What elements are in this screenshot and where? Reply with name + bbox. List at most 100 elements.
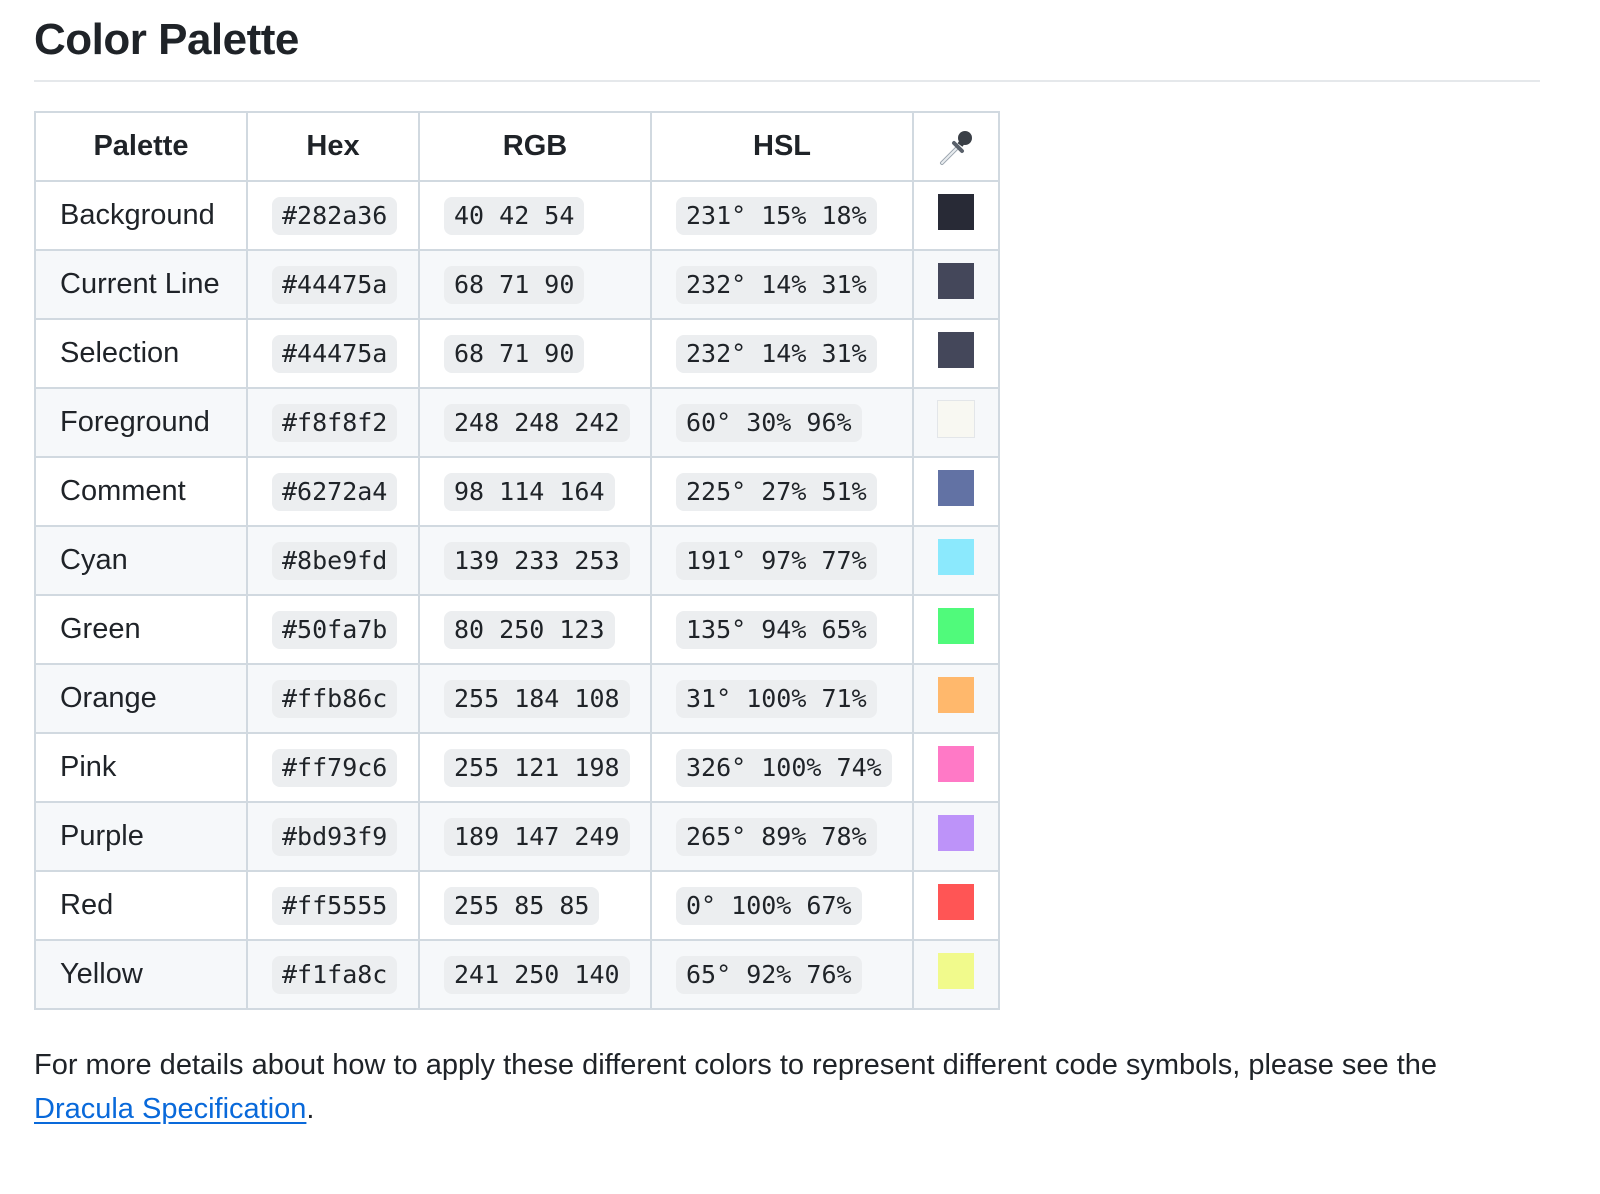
palette-name-cell: Pink — [34, 732, 248, 803]
header-rgb: RGB — [418, 111, 652, 182]
rgb-cell: 139 233 253 — [418, 525, 652, 596]
hsl-cell: 135° 94% 65% — [650, 594, 914, 665]
table-row: Pink #ff79c6 255 121 198 326° 100% 74% — [34, 732, 1000, 803]
palette-name-cell: Background — [34, 180, 248, 251]
hsl-cell: 265° 89% 78% — [650, 801, 914, 872]
footnote-paragraph: For more details about how to apply thes… — [34, 1043, 1534, 1131]
color-swatch — [938, 952, 974, 989]
hsl-cell: 231° 15% 18% — [650, 180, 914, 251]
palette-name-cell: Purple — [34, 801, 248, 872]
header-swatch — [912, 111, 1000, 182]
heading-divider — [34, 80, 1540, 82]
hsl-cell: 65° 92% 76% — [650, 939, 914, 1010]
color-swatch — [938, 883, 974, 920]
rgb-cell: 255 184 108 — [418, 663, 652, 734]
hex-cell: #f1fa8c — [246, 939, 420, 1010]
swatch-cell — [912, 732, 1000, 803]
hex-code: #ffb86c — [272, 679, 398, 718]
hex-cell: #ff5555 — [246, 870, 420, 941]
hsl-cell: 191° 97% 77% — [650, 525, 914, 596]
rgb-cell: 68 71 90 — [418, 249, 652, 320]
hex-cell: #ffb86c — [246, 663, 420, 734]
rgb-code: 241 250 140 — [444, 955, 630, 994]
palette-name: Cyan — [60, 544, 128, 576]
table-row: Orange #ffb86c 255 184 108 31° 100% 71% — [34, 663, 1000, 734]
hsl-code: 326° 100% 74% — [676, 748, 892, 787]
rgb-code: 255 121 198 — [444, 748, 630, 787]
eyedropper-icon — [940, 130, 972, 165]
hex-code: #f1fa8c — [272, 955, 398, 994]
palette-name-cell: Yellow — [34, 939, 248, 1010]
palette-name: Current Line — [60, 268, 220, 300]
palette-name-cell: Current Line — [34, 249, 248, 320]
hex-cell: #6272a4 — [246, 456, 420, 527]
rgb-code: 40 42 54 — [444, 196, 585, 235]
palette-name-cell: Orange — [34, 663, 248, 734]
hex-cell: #ff79c6 — [246, 732, 420, 803]
hex-cell: #44475a — [246, 318, 420, 389]
swatch-cell — [912, 663, 1000, 734]
swatch-cell — [912, 249, 1000, 320]
swatch-cell — [912, 525, 1000, 596]
palette-name: Selection — [60, 337, 180, 369]
rgb-code: 98 114 164 — [444, 472, 615, 511]
hsl-code: 232° 14% 31% — [676, 265, 877, 304]
hex-code: #8be9fd — [272, 541, 398, 580]
palette-name-cell: Foreground — [34, 387, 248, 458]
color-swatch — [938, 262, 974, 299]
hex-cell: #282a36 — [246, 180, 420, 251]
table-row: Background #282a36 40 42 54 231° 15% 18% — [34, 180, 1000, 251]
hex-code: #bd93f9 — [272, 817, 398, 856]
hex-code: #44475a — [272, 334, 398, 373]
palette-name-cell: Selection — [34, 318, 248, 389]
table-body: Background #282a36 40 42 54 231° 15% 18% Cur… — [34, 180, 1000, 1010]
color-swatch — [937, 399, 975, 438]
table-row: Purple #bd93f9 189 147 249 265° 89% 78% — [34, 801, 1000, 872]
rgb-code: 248 248 242 — [444, 403, 630, 442]
header-hsl: HSL — [650, 111, 914, 182]
color-swatch — [938, 193, 974, 230]
hex-code: #50fa7b — [272, 610, 398, 649]
palette-name-cell: Comment — [34, 456, 248, 527]
hsl-cell: 326° 100% 74% — [650, 732, 914, 803]
rgb-cell: 80 250 123 — [418, 594, 652, 665]
palette-name: Green — [60, 613, 141, 645]
hsl-cell: 60° 30% 96% — [650, 387, 914, 458]
table-row: Foreground #f8f8f2 248 248 242 60° 30% 96% — [34, 387, 1000, 458]
rgb-code: 68 71 90 — [444, 334, 585, 373]
palette-name-cell: Cyan — [34, 525, 248, 596]
table-row: Red #ff5555 255 85 85 0° 100% 67% — [34, 870, 1000, 941]
hex-code: #ff5555 — [272, 886, 398, 925]
hsl-cell: 232° 14% 31% — [650, 318, 914, 389]
rgb-cell: 68 71 90 — [418, 318, 652, 389]
color-swatch — [938, 745, 974, 782]
rgb-cell: 98 114 164 — [418, 456, 652, 527]
palette-name: Red — [60, 889, 114, 921]
rgb-code: 68 71 90 — [444, 265, 585, 304]
hsl-code: 0° 100% 67% — [676, 886, 862, 925]
footnote-suffix: . — [306, 1093, 315, 1125]
palette-name: Background — [60, 199, 215, 231]
rgb-code: 189 147 249 — [444, 817, 630, 856]
palette-name: Pink — [60, 751, 117, 783]
hex-cell: #bd93f9 — [246, 801, 420, 872]
color-swatch — [938, 607, 974, 644]
hsl-code: 225° 27% 51% — [676, 472, 877, 511]
swatch-cell — [912, 456, 1000, 527]
hex-code: #282a36 — [272, 196, 398, 235]
color-swatch — [938, 538, 974, 575]
hsl-code: 231° 15% 18% — [676, 196, 877, 235]
hsl-code: 191° 97% 77% — [676, 541, 877, 580]
color-swatch — [938, 331, 974, 368]
table-row: Cyan #8be9fd 139 233 253 191° 97% 77% — [34, 525, 1000, 596]
hsl-cell: 31° 100% 71% — [650, 663, 914, 734]
rgb-code: 255 184 108 — [444, 679, 630, 718]
swatch-cell — [912, 387, 1000, 458]
dracula-specification-link[interactable]: Dracula Specification — [34, 1093, 306, 1125]
rgb-cell: 241 250 140 — [418, 939, 652, 1010]
hsl-cell: 225° 27% 51% — [650, 456, 914, 527]
color-swatch — [938, 814, 974, 851]
hsl-code: 265° 89% 78% — [676, 817, 877, 856]
table-row: Current Line #44475a 68 71 90 232° 14% 31% — [34, 249, 1000, 320]
hex-cell: #8be9fd — [246, 525, 420, 596]
